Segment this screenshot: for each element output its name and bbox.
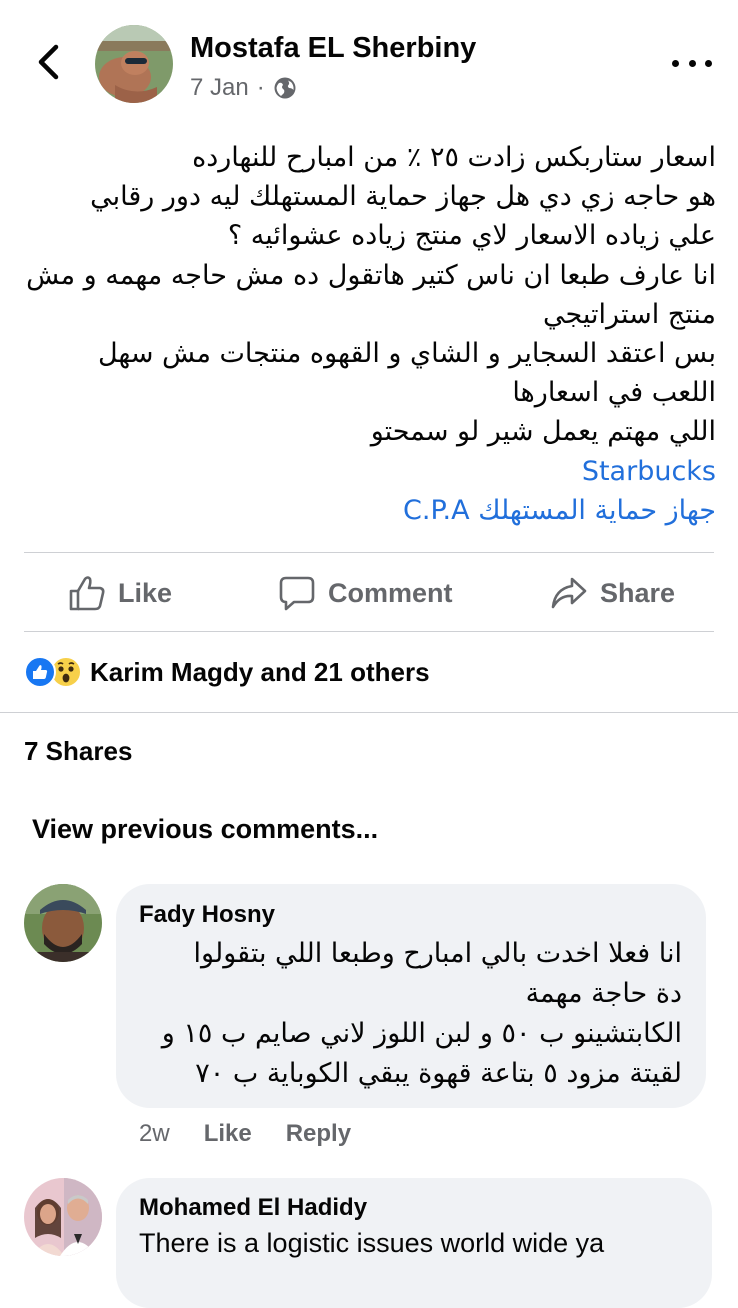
post-line: هو حاجه زي دي هل جهاز حماية المستهلك ليه… <box>90 181 716 213</box>
comment-bubble-icon <box>279 576 315 611</box>
post-body: اسعار ستاربكس زادت ٢٥ ٪ من امبارح للنهار… <box>20 138 716 530</box>
post-line: انا عارف طبعا ان ناس كتير هاتقول ده مش ح… <box>26 259 716 291</box>
meta-separator: · <box>256 74 265 101</box>
action-bar: Like Comment Share <box>24 555 714 631</box>
hashtag-link-cpa[interactable]: جهاز حماية المستهلك C.P.A <box>20 491 716 530</box>
like-reaction-icon <box>24 656 56 688</box>
comment-reply-button[interactable]: Reply <box>286 1120 351 1148</box>
share-button[interactable]: Share <box>550 555 675 631</box>
post-line: منتج استراتيجي <box>542 298 716 330</box>
reactions-text: Karim Magdy and 21 others <box>90 656 430 687</box>
reaction-icons <box>24 656 82 688</box>
back-button[interactable] <box>30 40 66 84</box>
comment-button[interactable]: Comment <box>278 555 453 631</box>
post-line: بس اعتقد السجاير و الشاي و القهوه منتجات… <box>97 338 716 370</box>
post-meta: 7 Jan · <box>190 74 297 102</box>
divider <box>24 631 714 632</box>
commenter-avatar[interactable] <box>24 884 102 962</box>
like-label: Like <box>118 577 173 608</box>
more-options-button[interactable] <box>672 50 712 76</box>
hashtag-link-starbucks[interactable]: Starbucks <box>20 452 716 491</box>
commenter-name[interactable]: Fady Hosny <box>139 901 275 929</box>
commenter-name[interactable]: Mohamed El Hadidy <box>139 1194 367 1222</box>
share-label: Share <box>600 577 676 608</box>
comment-like-button[interactable]: Like <box>204 1120 252 1148</box>
shares-count[interactable]: 7 Shares <box>24 736 132 767</box>
post-line: اللعب في اسعارها <box>512 377 716 409</box>
author-avatar[interactable] <box>95 25 173 103</box>
divider <box>24 552 714 553</box>
dot-icon <box>688 59 696 67</box>
comment-meta: 2w Like Reply <box>139 1120 351 1148</box>
post-line: اسعار ستاربكس زادت ٢٥ ٪ من امبارح للنهار… <box>192 142 716 173</box>
comment-line: لقيتة مزود ٥ بتاعة قهوة يبقي الكوباية ب … <box>195 1058 682 1089</box>
comment-line: انا فعلا اخدت بالي امبارح وطبعا اللي بتق… <box>193 938 682 969</box>
post-line: اللي مهتم يعمل شير لو سمحتو <box>370 416 716 448</box>
post-header: Mostafa EL Sherbiny 7 Jan · <box>0 0 738 120</box>
comment-text: There is a logistic issues world wide ya <box>139 1228 605 1258</box>
comment-label: Comment <box>328 577 453 608</box>
chevron-left-icon <box>38 44 59 80</box>
comment-line: الكابتشينو ب ٥٠ و لبن اللوز لاني صايم ب … <box>161 1018 682 1049</box>
commenter-avatar[interactable] <box>24 1178 102 1256</box>
comment-line: دة حاجة مهمة <box>525 978 682 1009</box>
view-previous-comments-link[interactable]: View previous comments... <box>32 814 378 845</box>
dot-icon <box>705 59 712 67</box>
reactions-summary[interactable]: Karim Magdy and 21 others <box>24 652 430 692</box>
globe-icon <box>274 77 296 99</box>
post-line: علي زياده الاسعار لاي منتج زياده عشوائيه… <box>227 220 716 252</box>
divider <box>0 712 738 713</box>
comment-time[interactable]: 2w <box>139 1120 170 1148</box>
share-arrow-icon <box>551 577 587 609</box>
comment-text: انا فعلا اخدت بالي امبارح وطبعا اللي بتق… <box>120 934 682 1094</box>
thumbs-up-icon <box>69 576 105 611</box>
author-name[interactable]: Mostafa EL Sherbiny <box>190 32 476 65</box>
post-date[interactable]: 7 Jan <box>190 74 249 102</box>
like-button[interactable]: Like <box>68 555 172 631</box>
dot-icon <box>672 59 679 67</box>
